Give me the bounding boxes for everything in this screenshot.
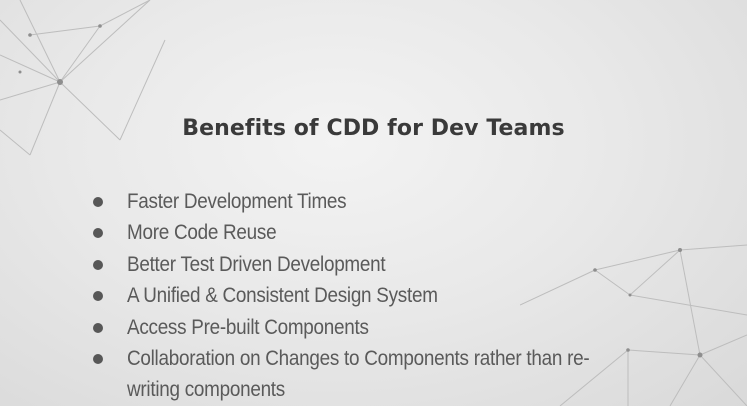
- bullet-text: Faster Development Times: [127, 190, 347, 213]
- bullet-list: Faster Development Times More Code Reuse…: [93, 186, 693, 406]
- list-item: Faster Development Times: [93, 186, 693, 217]
- bullet-dot-icon: [93, 354, 103, 365]
- list-item: Access Pre-built Components: [93, 312, 693, 343]
- list-item: A Unified & Consistent Design System: [93, 280, 693, 311]
- list-item: Collaboration on Changes to Components r…: [93, 343, 693, 406]
- presentation-slide: Benefits of CDD for Dev Teams Faster Dev…: [0, 0, 747, 406]
- bullet-text: Better Test Driven Development: [127, 252, 386, 276]
- bullet-dot-icon: [93, 259, 103, 270]
- bullet-dot-icon: [93, 291, 103, 302]
- bullet-dot-icon: [93, 197, 103, 207]
- bullet-text: A Unified & Consistent Design System: [127, 284, 438, 308]
- bullet-dot-icon: [93, 228, 103, 239]
- bullet-text: Access Pre-built Components: [127, 315, 369, 339]
- list-item: More Code Reuse: [93, 217, 693, 248]
- bullet-text: Collaboration on Changes to Components r…: [127, 347, 590, 402]
- bullet-text: More Code Reuse: [127, 221, 277, 245]
- list-item: Better Test Driven Development: [93, 249, 693, 280]
- bullet-dot-icon: [93, 322, 103, 333]
- slide-title: Benefits of CDD for Dev Teams: [182, 116, 565, 141]
